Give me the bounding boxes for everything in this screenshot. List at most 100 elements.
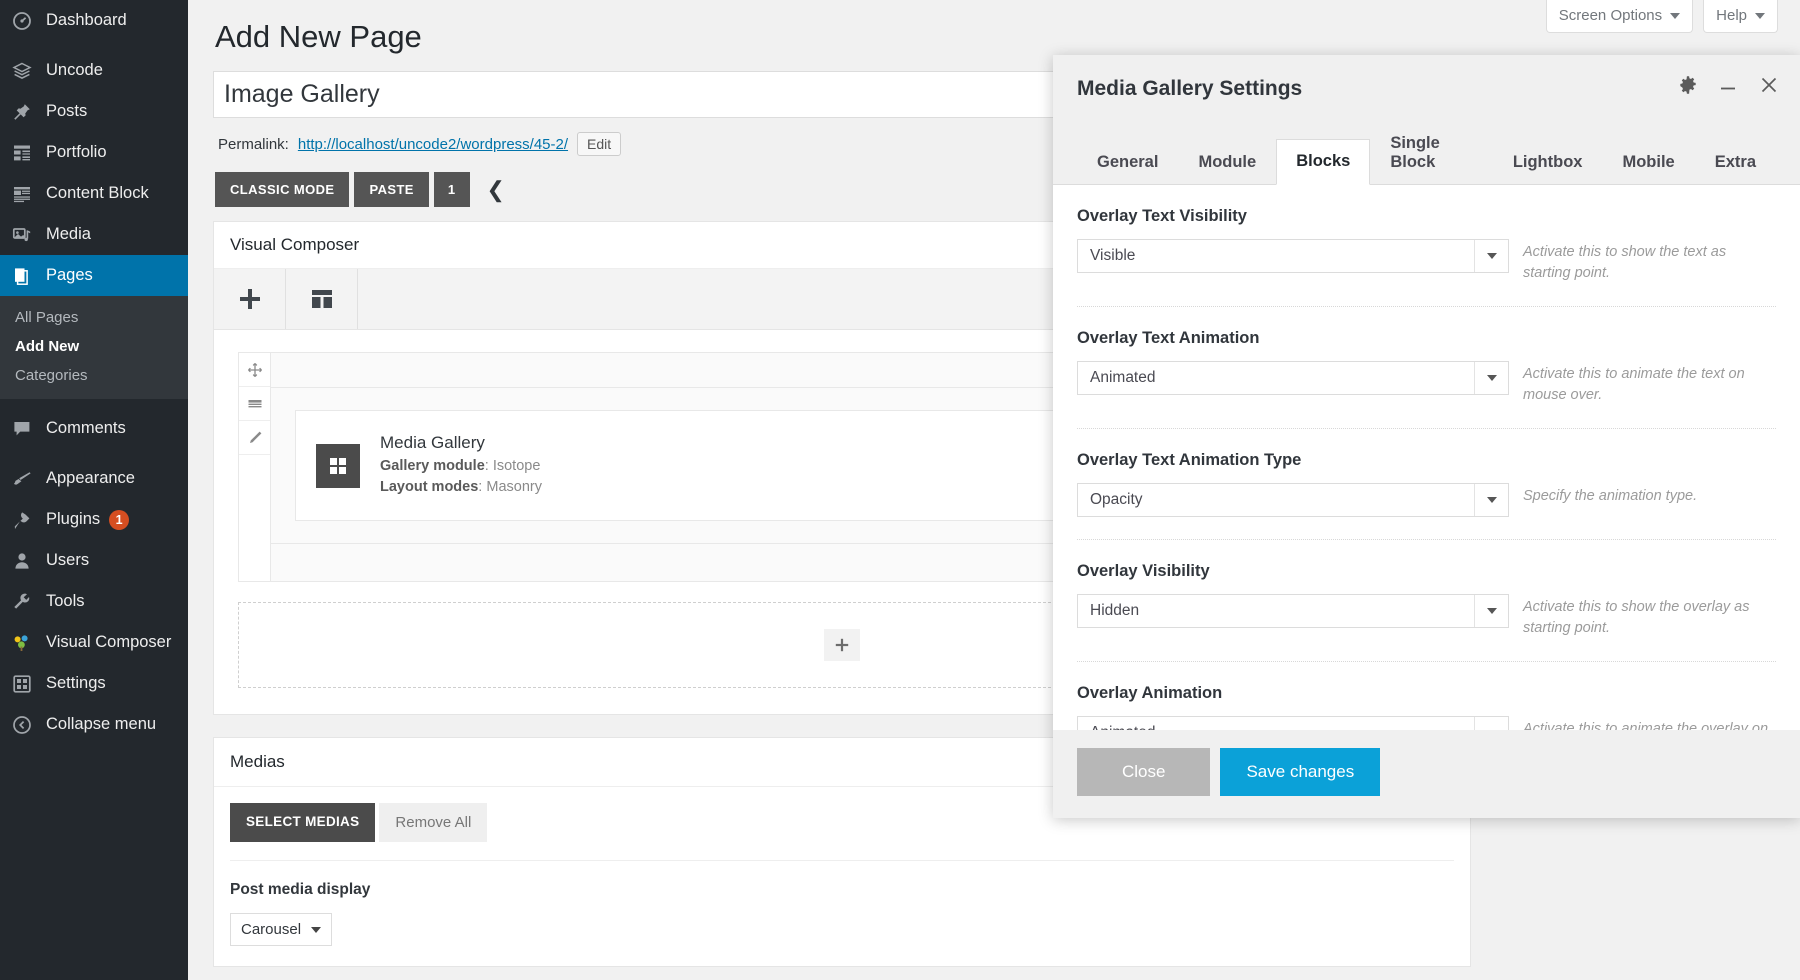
chevron-down-icon — [1474, 595, 1508, 628]
field-help-text: Activate this to animate the text on mou… — [1523, 366, 1745, 404]
chevron-down-icon — [1670, 12, 1681, 19]
overlay-text-animation-type-select[interactable]: Opacity — [1077, 483, 1509, 518]
sidebar-item-dashboard[interactable]: Dashboard — [0, 0, 188, 41]
settings-icon — [12, 673, 42, 695]
sidebar-item-posts[interactable]: Posts — [0, 91, 188, 132]
minimize-icon[interactable] — [1718, 75, 1738, 95]
row-layout-icon[interactable] — [239, 387, 270, 421]
help-label: Help — [1716, 7, 1747, 24]
tab-module[interactable]: Module — [1178, 140, 1276, 185]
tab-single-block[interactable]: Single Block — [1370, 121, 1493, 185]
sidebar-item-media[interactable]: Media — [0, 214, 188, 255]
visual-composer-icon — [12, 632, 42, 654]
sidebar-item-label: Collapse menu — [46, 715, 157, 733]
post-media-display-select[interactable]: Carousel — [230, 913, 333, 947]
menu-separator — [0, 399, 188, 408]
sidebar-item-settings[interactable]: Settings — [0, 663, 188, 704]
screen-options-button[interactable]: Screen Options — [1545, 0, 1694, 33]
vc-row-controls — [239, 353, 271, 582]
edit-permalink-button[interactable]: Edit — [577, 132, 622, 156]
field-overlay-animation: Overlay Animation Animated Activate this… — [1077, 661, 1776, 730]
field-label: Overlay Text Visibility — [1077, 207, 1247, 225]
plugins-update-badge: 1 — [109, 509, 130, 530]
sidebar-subitem-categories[interactable]: Categories — [0, 361, 188, 390]
meta-key: Layout modes — [380, 479, 479, 496]
modal-body: Overlay Text Visibility Visible Activate… — [1053, 185, 1800, 730]
sidebar-subitem-label: Add New — [15, 338, 80, 355]
overlay-animation-select[interactable]: Animated — [1077, 716, 1509, 730]
sidebar-item-portfolio[interactable]: Portfolio — [0, 132, 188, 173]
select-value: Hidden — [1090, 602, 1140, 620]
post-media-display-label: Post media display — [230, 881, 371, 899]
sidebar-item-label: Posts — [46, 102, 88, 120]
add-element-icon[interactable] — [214, 269, 286, 329]
tab-blocks[interactable]: Blocks — [1276, 139, 1371, 185]
chevron-down-icon — [1755, 12, 1765, 19]
sidebar-item-uncode[interactable]: Uncode — [0, 50, 188, 91]
chevron-down-icon — [311, 926, 322, 933]
select-value: Animated — [1090, 369, 1156, 387]
permalink-link[interactable]: http://localhost/uncode2/wordpress/45-2/ — [298, 136, 568, 153]
field-label: Overlay Visibility — [1077, 562, 1210, 581]
sidebar-item-plugins[interactable]: Plugins 1 — [0, 499, 188, 540]
field-help-text: Activate this to show the text as starti… — [1523, 244, 1727, 282]
chevron-down-icon — [1474, 362, 1508, 395]
field-row: Visible Activate this to show the text a… — [1077, 239, 1776, 306]
paste-button[interactable]: PASTE — [354, 172, 429, 207]
sidebar-item-comments[interactable]: Comments — [0, 408, 188, 449]
chevron-left-icon[interactable]: ❮ — [487, 178, 505, 201]
sidebar-item-content-block[interactable]: Content Block — [0, 173, 188, 214]
select-medias-button[interactable]: SELECT MEDIAS — [230, 803, 376, 843]
edit-row-icon[interactable] — [239, 421, 270, 455]
sidebar-item-users[interactable]: Users — [0, 540, 188, 581]
sidebar-item-appearance[interactable]: Appearance — [0, 458, 188, 499]
paste-count-button[interactable]: 1 — [433, 172, 470, 207]
field-help-text: Activate this to show the overlay as sta… — [1523, 599, 1750, 637]
tab-lightbox[interactable]: Lightbox — [1493, 140, 1603, 185]
tab-general[interactable]: General — [1077, 140, 1178, 185]
content-block-icon — [12, 183, 42, 205]
field-overlay-visibility: Overlay Visibility Hidden Activate this … — [1077, 539, 1776, 661]
wordpress-admin-screen: Dashboard Uncode Posts Portfolio Content… — [0, 0, 1800, 980]
admin-sidebar: Dashboard Uncode Posts Portfolio Content… — [0, 0, 196, 980]
sidebar-item-label: Portfolio — [46, 143, 107, 161]
sidebar-item-label: Settings — [46, 674, 106, 692]
save-changes-button[interactable]: Save changes — [1220, 748, 1381, 796]
chevron-down-icon — [1474, 240, 1508, 272]
remove-all-button[interactable]: Remove All — [379, 803, 488, 843]
field-help-text: Activate this to animate the overlay on … — [1523, 721, 1769, 730]
modal-footer: Close Save changes — [1053, 730, 1800, 818]
layers-icon — [12, 60, 42, 82]
vc-element-meta: Gallery module: Isotope Layout modes: Ma… — [380, 458, 542, 496]
sidebar-item-collapse-menu[interactable]: Collapse menu — [0, 704, 188, 745]
vc-element-title: Media Gallery — [380, 433, 485, 452]
help-button[interactable]: Help — [1703, 0, 1778, 33]
tab-extra[interactable]: Extra — [1695, 140, 1776, 185]
tab-mobile[interactable]: Mobile — [1602, 140, 1694, 185]
sidebar-item-visual-composer[interactable]: Visual Composer — [0, 622, 188, 663]
templates-icon[interactable] — [286, 269, 358, 329]
pin-icon — [12, 101, 42, 123]
close-icon[interactable] — [1758, 74, 1780, 96]
sidebar-item-pages[interactable]: Pages — [0, 255, 196, 296]
field-overlay-text-visibility: Overlay Text Visibility Visible Activate… — [1077, 185, 1776, 306]
field-row: Hidden Activate this to show the overlay… — [1077, 594, 1776, 661]
sidebar-subitem-all-pages[interactable]: All Pages — [0, 303, 188, 332]
classic-mode-button[interactable]: CLASSIC MODE — [215, 172, 350, 207]
sidebar-subitem-add-new[interactable]: Add New — [0, 332, 188, 361]
gear-icon[interactable] — [1678, 75, 1698, 95]
sidebar-item-label: Users — [46, 551, 90, 569]
overlay-text-animation-select[interactable]: Animated — [1077, 361, 1509, 396]
menu-separator — [0, 449, 188, 458]
plug-icon — [12, 509, 42, 531]
overlay-visibility-select[interactable]: Hidden — [1077, 594, 1509, 629]
media-icon — [12, 224, 42, 246]
close-button[interactable]: Close — [1077, 748, 1211, 796]
chevron-down-icon — [1474, 717, 1508, 730]
screen-meta-links: Screen Options Help — [1545, 0, 1778, 33]
move-handle-icon[interactable] — [239, 353, 270, 387]
add-row-icon[interactable] — [824, 629, 860, 662]
sidebar-item-tools[interactable]: Tools — [0, 581, 188, 622]
meta-value: Masonry — [486, 479, 542, 496]
overlay-text-visibility-select[interactable]: Visible — [1077, 239, 1509, 273]
